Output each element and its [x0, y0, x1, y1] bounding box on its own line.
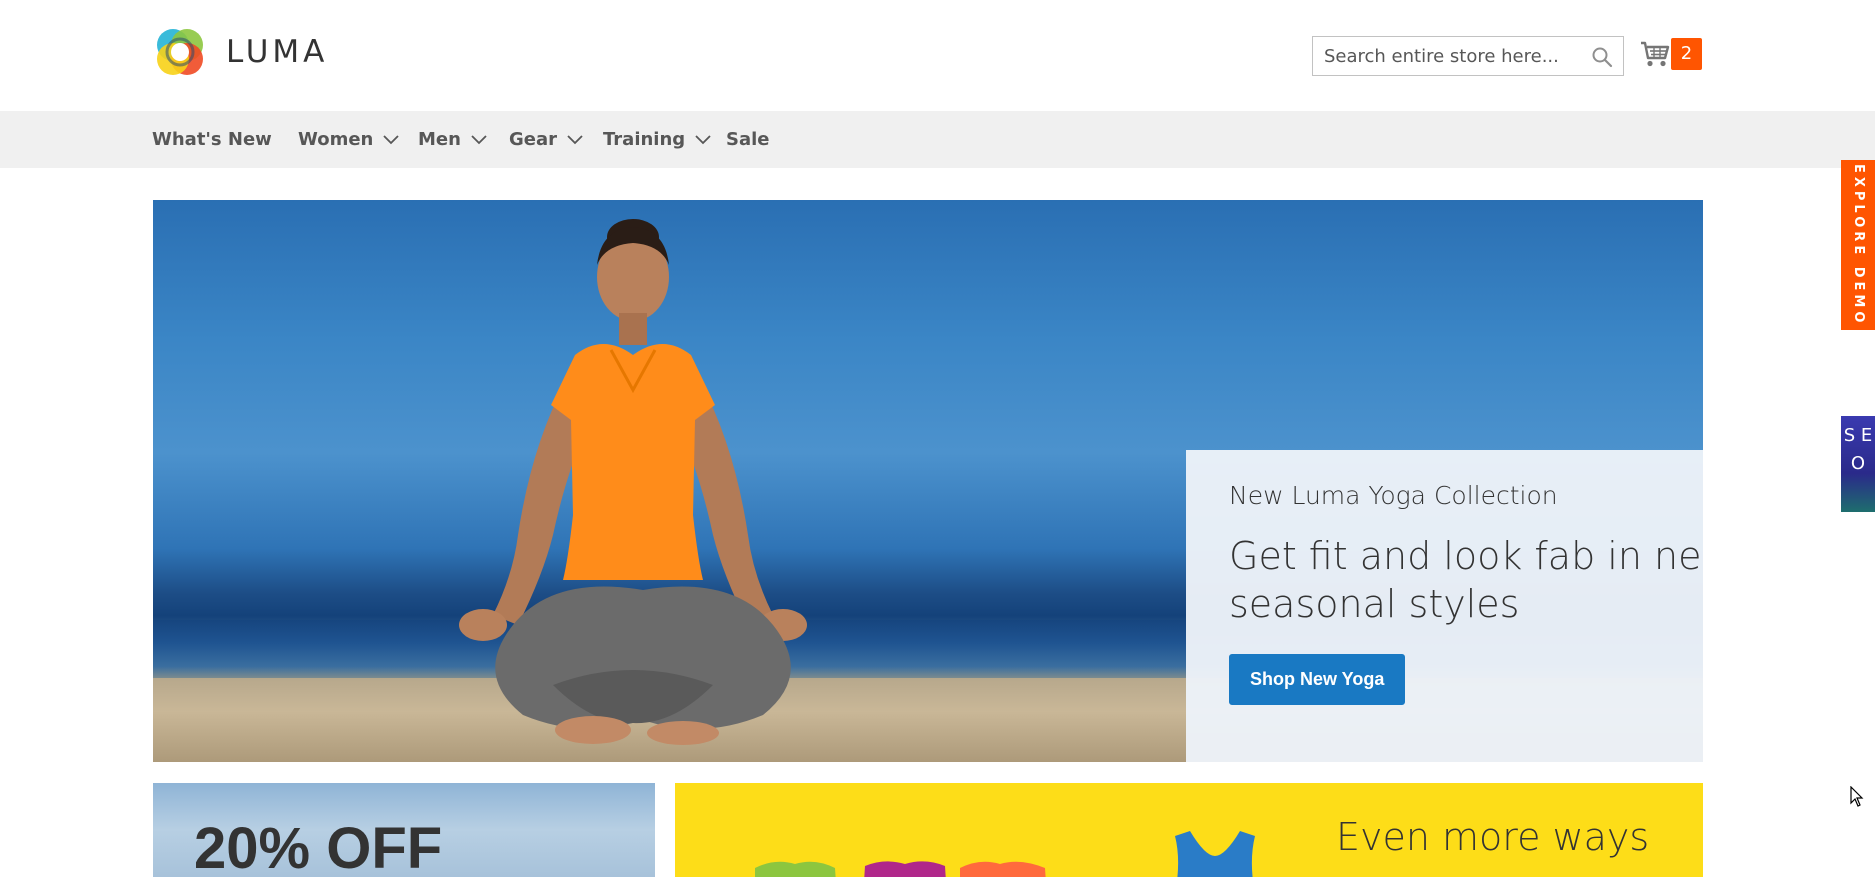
nav-item-gear[interactable]: Gear [509, 111, 583, 168]
luma-logo-icon [157, 29, 203, 75]
nav-item-sale[interactable]: Sale [726, 111, 770, 168]
search-box [1312, 36, 1624, 76]
shop-new-yoga-button[interactable]: Shop New Yoga [1229, 654, 1406, 705]
search-icon[interactable] [1591, 46, 1613, 68]
cart-icon [1641, 41, 1670, 67]
nav-item-label: Women [298, 129, 374, 150]
seo-tab[interactable]: S E O [1841, 416, 1875, 512]
chevron-down-icon [695, 135, 711, 145]
nav-item-training[interactable]: Training [603, 111, 711, 168]
tank-top-image [1175, 831, 1255, 877]
hero-promo-box: New Luma Yoga Collection Get fit and loo… [1186, 450, 1703, 762]
nav-item-label: Men [418, 129, 461, 150]
promo-banner-right[interactable]: Even more ways [675, 783, 1703, 877]
promo-headline: Even more ways [1336, 815, 1650, 859]
main-navigation: What's New Women Men Gear Training Sale [0, 111, 1875, 168]
yoga-woman-image [459, 219, 807, 745]
cursor-icon [1850, 786, 1864, 807]
tees-image [755, 861, 1046, 877]
cart-count-badge: 2 [1671, 38, 1702, 70]
mini-cart-button[interactable]: 2 [1640, 36, 1702, 72]
search-input[interactable] [1313, 37, 1584, 75]
hero-title: Get fit and look fab in new seasonal sty… [1229, 534, 1703, 626]
store-logo[interactable]: LUMA [152, 24, 328, 80]
chevron-down-icon [567, 135, 583, 145]
seo-label: S E O [1843, 425, 1873, 474]
nav-item-label: Training [603, 129, 686, 150]
hero-subtitle: New Luma Yoga Collection [1229, 481, 1558, 510]
nav-item-women[interactable]: Women [298, 111, 399, 168]
hero-banner[interactable]: New Luma Yoga Collection Get fit and loo… [153, 200, 1703, 762]
chevron-down-icon [383, 135, 399, 145]
brand-name: LUMA [226, 34, 329, 70]
nav-item-label: Sale [726, 129, 770, 150]
nav-item-men[interactable]: Men [418, 111, 487, 168]
promo-banner-left[interactable]: 20% OFF [153, 783, 655, 877]
explore-demo-tab[interactable]: EXPLORE DEMO [1841, 160, 1875, 330]
promo-discount-text: 20% OFF [194, 816, 443, 877]
explore-demo-label: EXPLORE DEMO [1851, 163, 1866, 327]
nav-item-label: What's New [152, 129, 272, 150]
site-header: LUMA 2 [0, 0, 1875, 111]
nav-item-label: Gear [509, 129, 558, 150]
chevron-down-icon [471, 135, 487, 145]
nav-item-whats-new[interactable]: What's New [152, 111, 272, 168]
